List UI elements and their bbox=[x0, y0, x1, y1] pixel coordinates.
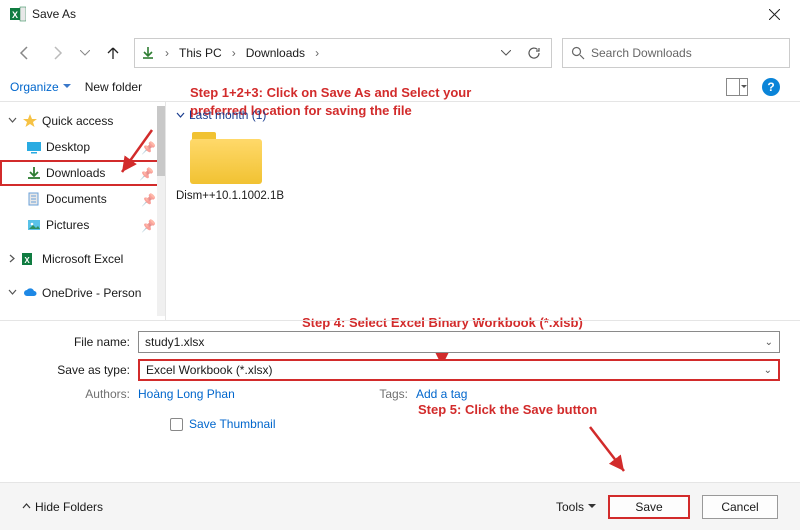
address-bar[interactable]: › This PC › Downloads › bbox=[134, 38, 552, 68]
chevron-right-icon: › bbox=[315, 46, 319, 60]
main-pane: Quick access Desktop 📌 Downloads 📌 Docum… bbox=[0, 102, 800, 320]
chevron-down-icon bbox=[176, 111, 185, 120]
chevron-right-icon: › bbox=[232, 46, 236, 60]
forward-button[interactable] bbox=[46, 42, 68, 64]
address-dropdown[interactable] bbox=[495, 50, 517, 56]
tags-label: Tags: bbox=[368, 387, 408, 401]
tools-dropdown[interactable]: Tools bbox=[556, 500, 596, 514]
back-button[interactable] bbox=[14, 42, 36, 64]
star-icon bbox=[22, 113, 38, 129]
chevron-down-icon[interactable]: ⌄ bbox=[764, 365, 772, 376]
hide-folders-button[interactable]: Hide Folders bbox=[22, 500, 103, 514]
nav-tree: Quick access Desktop 📌 Downloads 📌 Docum… bbox=[0, 102, 166, 320]
crumb-downloads[interactable]: Downloads bbox=[246, 46, 305, 60]
svg-text:X: X bbox=[24, 256, 30, 265]
title-bar: X Save As bbox=[0, 0, 800, 28]
annotation-step5: Step 5: Click the Save button bbox=[418, 401, 608, 419]
download-icon bbox=[26, 165, 42, 181]
search-icon bbox=[571, 46, 585, 60]
file-listing[interactable]: Last month (1) Dism++10.1.1002.1B bbox=[166, 102, 800, 320]
pin-icon: 📌 bbox=[141, 219, 153, 231]
downloads-location-icon bbox=[141, 46, 155, 60]
cloud-icon bbox=[22, 285, 38, 301]
chevron-right-icon: › bbox=[165, 46, 169, 60]
tree-desktop[interactable]: Desktop 📌 bbox=[0, 134, 165, 160]
help-button[interactable]: ? bbox=[762, 78, 780, 96]
tree-documents[interactable]: Documents 📌 bbox=[0, 186, 165, 212]
folder-icon bbox=[190, 132, 262, 184]
recent-dropdown[interactable] bbox=[78, 42, 92, 64]
folder-item[interactable]: Dism++10.1.1002.1B bbox=[176, 132, 276, 202]
view-dropdown[interactable] bbox=[726, 78, 748, 96]
window-title: Save As bbox=[32, 7, 76, 21]
tree-onedrive[interactable]: OneDrive - Person bbox=[0, 280, 165, 306]
authors-value[interactable]: Hoàng Long Phan bbox=[138, 387, 368, 401]
desktop-icon bbox=[26, 139, 42, 155]
pin-icon: 📌 bbox=[141, 141, 153, 153]
new-folder-button[interactable]: New folder bbox=[85, 80, 142, 94]
authors-label: Authors: bbox=[20, 387, 130, 401]
chevron-down-icon[interactable]: ⌄ bbox=[765, 337, 773, 348]
save-as-type-dropdown[interactable]: Excel Workbook (*.xlsx) ⌄ bbox=[138, 359, 780, 381]
chevron-right-icon bbox=[8, 252, 18, 266]
pin-icon: 📌 bbox=[141, 193, 153, 205]
excel-icon: X bbox=[10, 6, 26, 22]
crumb-this-pc[interactable]: This PC bbox=[179, 46, 222, 60]
refresh-button[interactable] bbox=[523, 46, 545, 60]
tree-excel[interactable]: X Microsoft Excel bbox=[0, 246, 165, 272]
cancel-button[interactable]: Cancel bbox=[702, 495, 778, 519]
pictures-icon bbox=[26, 217, 42, 233]
chevron-down-icon bbox=[8, 114, 18, 128]
checkbox-icon bbox=[170, 418, 183, 431]
search-placeholder: Search Downloads bbox=[591, 46, 692, 60]
organize-button[interactable]: Organize bbox=[10, 80, 71, 94]
tree-scrollbar[interactable] bbox=[157, 106, 165, 316]
dialog-footer: Hide Folders Tools Save Cancel bbox=[0, 482, 800, 530]
organize-toolbar: Organize New folder ? bbox=[0, 72, 800, 102]
file-name-input[interactable]: study1.xlsx ⌄ bbox=[138, 331, 780, 353]
tags-value[interactable]: Add a tag bbox=[416, 387, 467, 401]
annotation-arrow-3 bbox=[584, 423, 634, 479]
group-header[interactable]: Last month (1) bbox=[176, 108, 790, 122]
address-row: › This PC › Downloads › Search Downloads bbox=[0, 28, 800, 72]
svg-text:X: X bbox=[12, 10, 18, 20]
file-name-label: File name: bbox=[20, 335, 130, 349]
save-thumbnail-checkbox[interactable]: Save Thumbnail bbox=[170, 417, 780, 431]
chevron-down-icon bbox=[22, 502, 31, 511]
tree-downloads[interactable]: Downloads 📌 bbox=[0, 160, 165, 186]
chevron-down-icon bbox=[8, 286, 18, 300]
save-as-type-label: Save as type: bbox=[20, 363, 130, 377]
documents-icon bbox=[26, 191, 42, 207]
chevron-down-icon bbox=[588, 504, 596, 509]
bottom-panel: File name: study1.xlsx ⌄ Save as type: E… bbox=[0, 320, 800, 530]
tree-pictures[interactable]: Pictures 📌 bbox=[0, 212, 165, 238]
search-input[interactable]: Search Downloads bbox=[562, 38, 790, 68]
tree-quick-access[interactable]: Quick access bbox=[0, 108, 165, 134]
pin-icon: 📌 bbox=[139, 167, 151, 179]
close-button[interactable] bbox=[752, 0, 796, 28]
excel-icon: X bbox=[22, 251, 38, 267]
up-button[interactable] bbox=[102, 42, 124, 64]
save-button[interactable]: Save bbox=[608, 495, 690, 519]
